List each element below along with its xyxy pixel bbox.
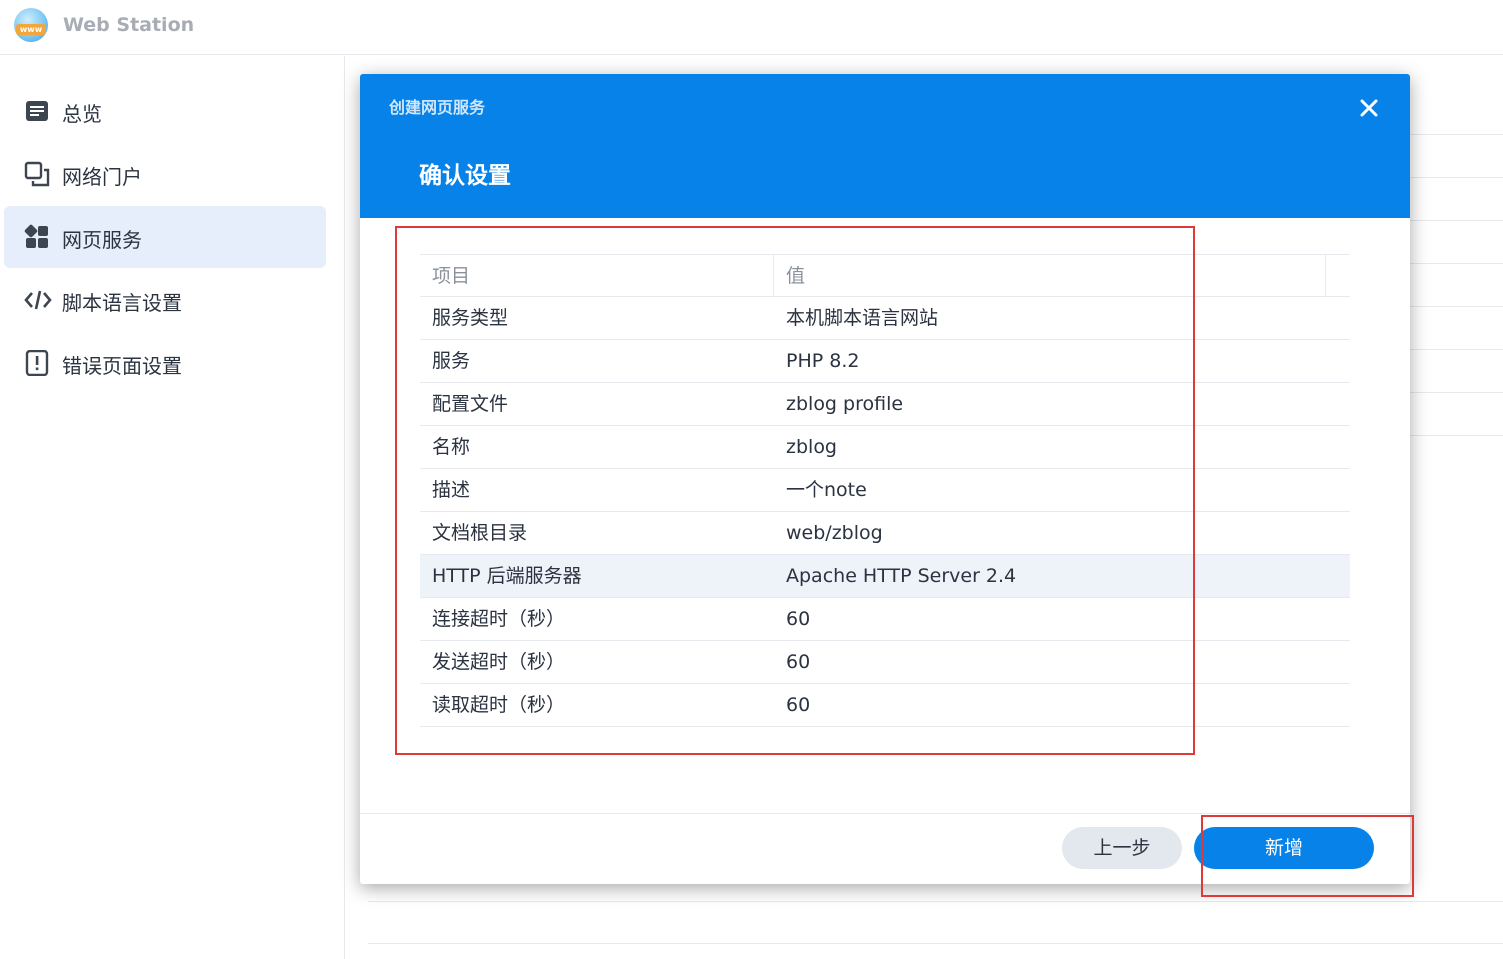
background-row-divider [1410,263,1503,264]
back-button[interactable]: 上一步 [1062,827,1182,869]
annotation-box-table [395,226,1195,755]
web-station-logo-icon: www [14,8,48,42]
dialog-header: 创建网页服务 确认设置 [360,74,1410,218]
sidebar-item-web-portal[interactable]: 网络门户 [4,143,326,205]
background-row-divider [1410,177,1503,178]
background-divider [368,901,1503,902]
close-button[interactable] [1353,92,1385,124]
dialog-footer-divider [360,813,1410,814]
sidebar-item-label: 网页服务 [62,228,142,252]
sidebar-item-label: 脚本语言设置 [62,291,182,315]
background-row-divider [1410,392,1503,393]
sidebar-item-script-language[interactable]: 脚本语言设置 [4,269,326,331]
background-row-divider [1410,306,1503,307]
sidebar-item-label: 错误页面设置 [62,354,182,378]
sidebar-item-error-page[interactable]: 错误页面设置 [4,332,326,394]
overview-icon [24,98,50,124]
sidebar-item-label: 网络门户 [62,165,142,189]
logo-text: www [16,24,46,35]
app-title: Web Station [63,14,195,36]
web-service-icon [24,224,50,250]
dialog-step-title: 确认设置 [419,163,511,189]
sidebar-item-web-service[interactable]: 网页服务 [4,206,326,268]
background-row-divider [1410,220,1503,221]
error-page-icon [24,349,50,377]
sidebar-item-label: 总览 [62,102,102,126]
background-row-divider [1410,134,1503,135]
sidebar-item-overview[interactable]: 总览 [4,80,326,142]
background-divider [368,943,1503,944]
web-portal-icon [24,161,50,187]
background-row-divider [1410,435,1503,436]
sidebar: 总览 网络门户 网页服务 脚本语言设置 错误页面设置 [0,56,345,959]
code-icon [24,287,52,313]
column-separator [1325,255,1326,297]
dialog-title: 创建网页服务 [389,98,486,117]
annotation-box-add-button [1201,815,1414,897]
background-row-divider [1410,349,1503,350]
close-icon [1360,99,1378,117]
app-header: www Web Station [0,0,1503,55]
